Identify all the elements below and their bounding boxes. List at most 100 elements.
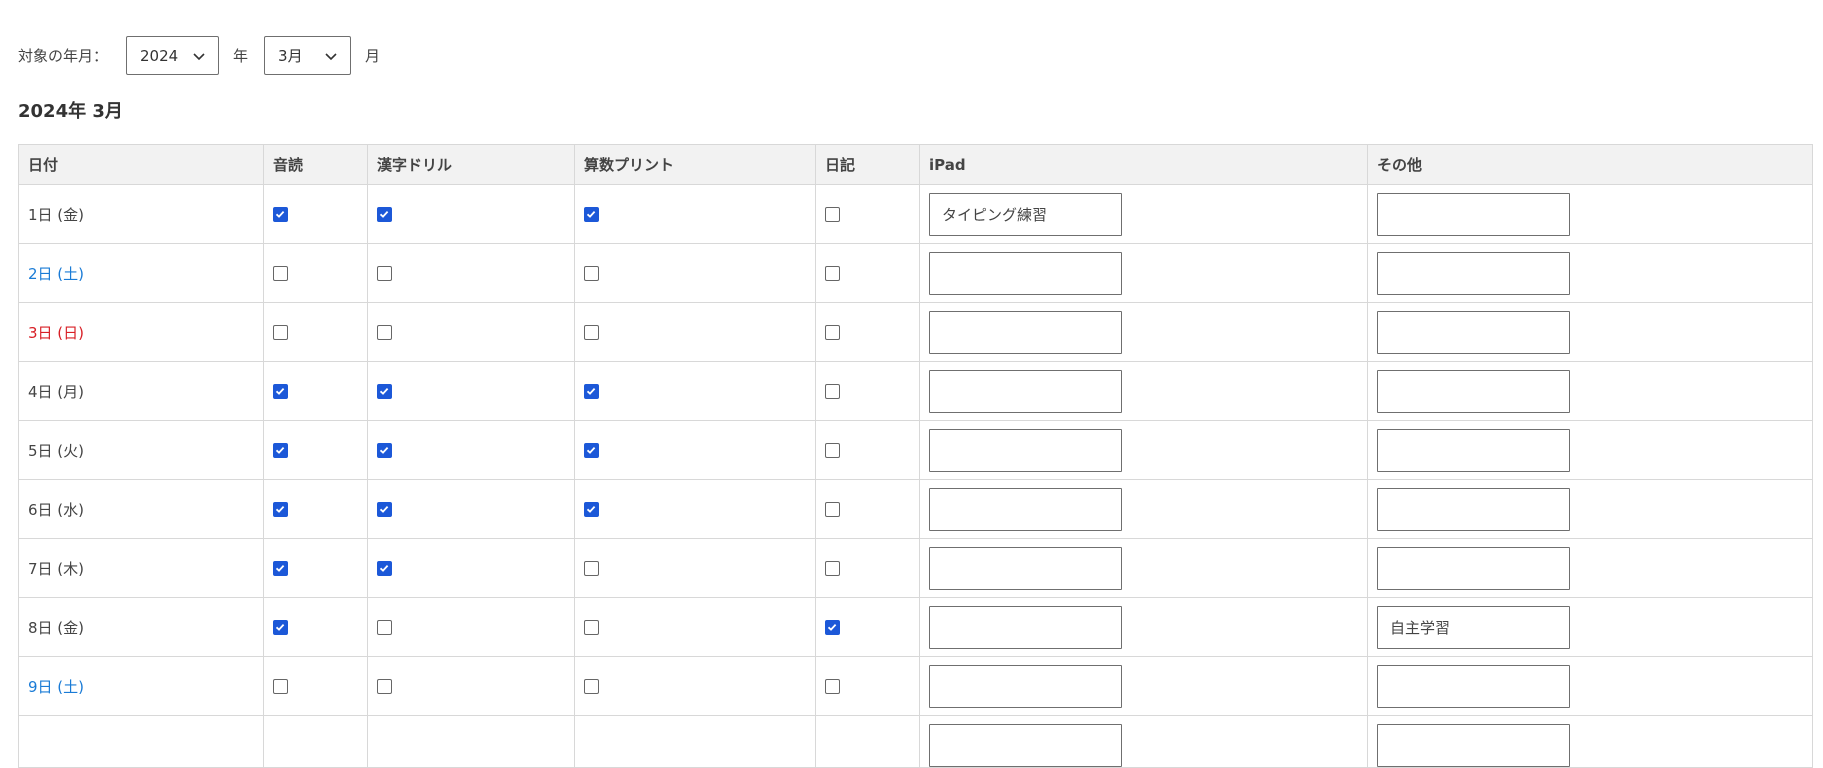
ipad-cell: タイピング練習 [919,184,1368,244]
column-header-diary: 日記 [815,144,920,185]
ipad-cell [919,538,1368,598]
year-select[interactable]: 2024 [126,36,220,75]
other-input[interactable] [1377,251,1570,295]
chevron-down-icon [193,52,205,60]
ondoku-checkbox[interactable] [273,206,288,222]
ondoku-cell [263,479,368,539]
ondoku-checkbox[interactable] [273,501,288,517]
math-print-checkbox[interactable] [584,442,599,458]
diary-checkbox[interactable] [825,442,840,458]
checkmark-icon [275,446,285,454]
kanji-drill-checkbox[interactable] [377,265,392,281]
month-unit-label: 月 [365,47,381,65]
diary-checkbox[interactable] [825,678,840,694]
column-header-math-print: 算数プリント [574,144,816,185]
diary-checkbox[interactable] [825,383,840,399]
checkmark-icon [275,210,285,218]
ipad-input[interactable] [929,664,1122,708]
checkmark-icon [379,564,389,572]
kanji-drill-cell [367,302,575,362]
checkmark-icon [586,210,596,218]
ipad-cell [919,361,1368,421]
ondoku-checkbox[interactable] [273,324,288,340]
diary-cell [815,361,920,421]
column-header-date: 日付 [18,144,264,185]
date-cell: 2日 (土) [18,243,264,303]
month-select[interactable]: 3月 [264,36,352,75]
other-input[interactable] [1377,724,1570,767]
kanji-drill-checkbox[interactable] [377,442,392,458]
other-input[interactable] [1377,428,1570,472]
other-input[interactable] [1377,192,1570,236]
date-cell: 6日 (水) [18,479,264,539]
kanji-drill-cell [367,538,575,598]
diary-checkbox[interactable] [825,324,840,340]
math-print-checkbox[interactable] [584,206,599,222]
ipad-input[interactable] [929,251,1122,295]
ipad-input[interactable] [929,428,1122,472]
math-print-checkbox[interactable] [584,619,599,635]
kanji-drill-checkbox[interactable] [377,324,392,340]
checkmark-icon [827,623,837,631]
page-title: 2024年 3月 [18,101,123,122]
diary-checkbox[interactable] [825,560,840,576]
diary-cell [815,302,920,362]
diary-checkbox[interactable] [825,206,840,222]
table-header-row: 日付 音読 漢字ドリル 算数プリント 日記 iPad その他 [18,144,1813,185]
month-filter: 対象の年月： 2024 年 3月 月 [18,35,396,76]
kanji-drill-checkbox[interactable] [377,619,392,635]
table-row [18,715,1813,768]
math-print-cell [574,656,816,716]
other-input[interactable] [1377,487,1570,531]
kanji-drill-checkbox[interactable] [377,206,392,222]
kanji-drill-checkbox[interactable] [377,678,392,694]
diary-checkbox[interactable] [825,501,840,517]
ondoku-checkbox[interactable] [273,560,288,576]
checkmark-icon [379,210,389,218]
table-row: 5日 (火) [18,420,1813,480]
diary-checkbox[interactable] [825,619,840,635]
diary-cell [815,656,920,716]
other-cell [1367,538,1813,598]
ipad-input[interactable] [929,487,1122,531]
ipad-input[interactable] [929,546,1122,590]
ondoku-checkbox[interactable] [273,265,288,281]
other-cell [1367,302,1813,362]
diary-checkbox[interactable] [825,265,840,281]
kanji-drill-checkbox[interactable] [377,501,392,517]
math-print-checkbox[interactable] [584,560,599,576]
math-print-checkbox[interactable] [584,501,599,517]
ipad-input[interactable]: タイピング練習 [929,192,1122,236]
kanji-drill-checkbox[interactable] [377,383,392,399]
other-input[interactable]: 自主学習 [1377,605,1570,649]
ondoku-checkbox[interactable] [273,383,288,399]
math-print-cell [574,420,816,480]
ipad-cell [919,597,1368,657]
math-print-checkbox[interactable] [584,265,599,281]
year-select-value: 2024 [140,46,179,65]
ipad-input[interactable] [929,724,1122,767]
checkmark-icon [275,387,285,395]
ondoku-checkbox[interactable] [273,442,288,458]
math-print-checkbox[interactable] [584,383,599,399]
other-cell: 自主学習 [1367,597,1813,657]
diary-cell [815,420,920,480]
other-cell [1367,243,1813,303]
diary-cell [815,479,920,539]
other-input[interactable] [1377,369,1570,413]
kanji-drill-checkbox[interactable] [377,560,392,576]
ipad-input[interactable] [929,605,1122,649]
table-row: 1日 (金) タイピング練習 [18,184,1813,244]
other-input[interactable] [1377,310,1570,354]
ondoku-checkbox[interactable] [273,678,288,694]
ipad-input[interactable] [929,310,1122,354]
chevron-down-icon [325,52,337,60]
date-cell: 1日 (金) [18,184,264,244]
kanji-drill-cell [367,420,575,480]
math-print-checkbox[interactable] [584,678,599,694]
other-input[interactable] [1377,546,1570,590]
math-print-checkbox[interactable] [584,324,599,340]
ondoku-checkbox[interactable] [273,619,288,635]
other-input[interactable] [1377,664,1570,708]
ipad-input[interactable] [929,369,1122,413]
